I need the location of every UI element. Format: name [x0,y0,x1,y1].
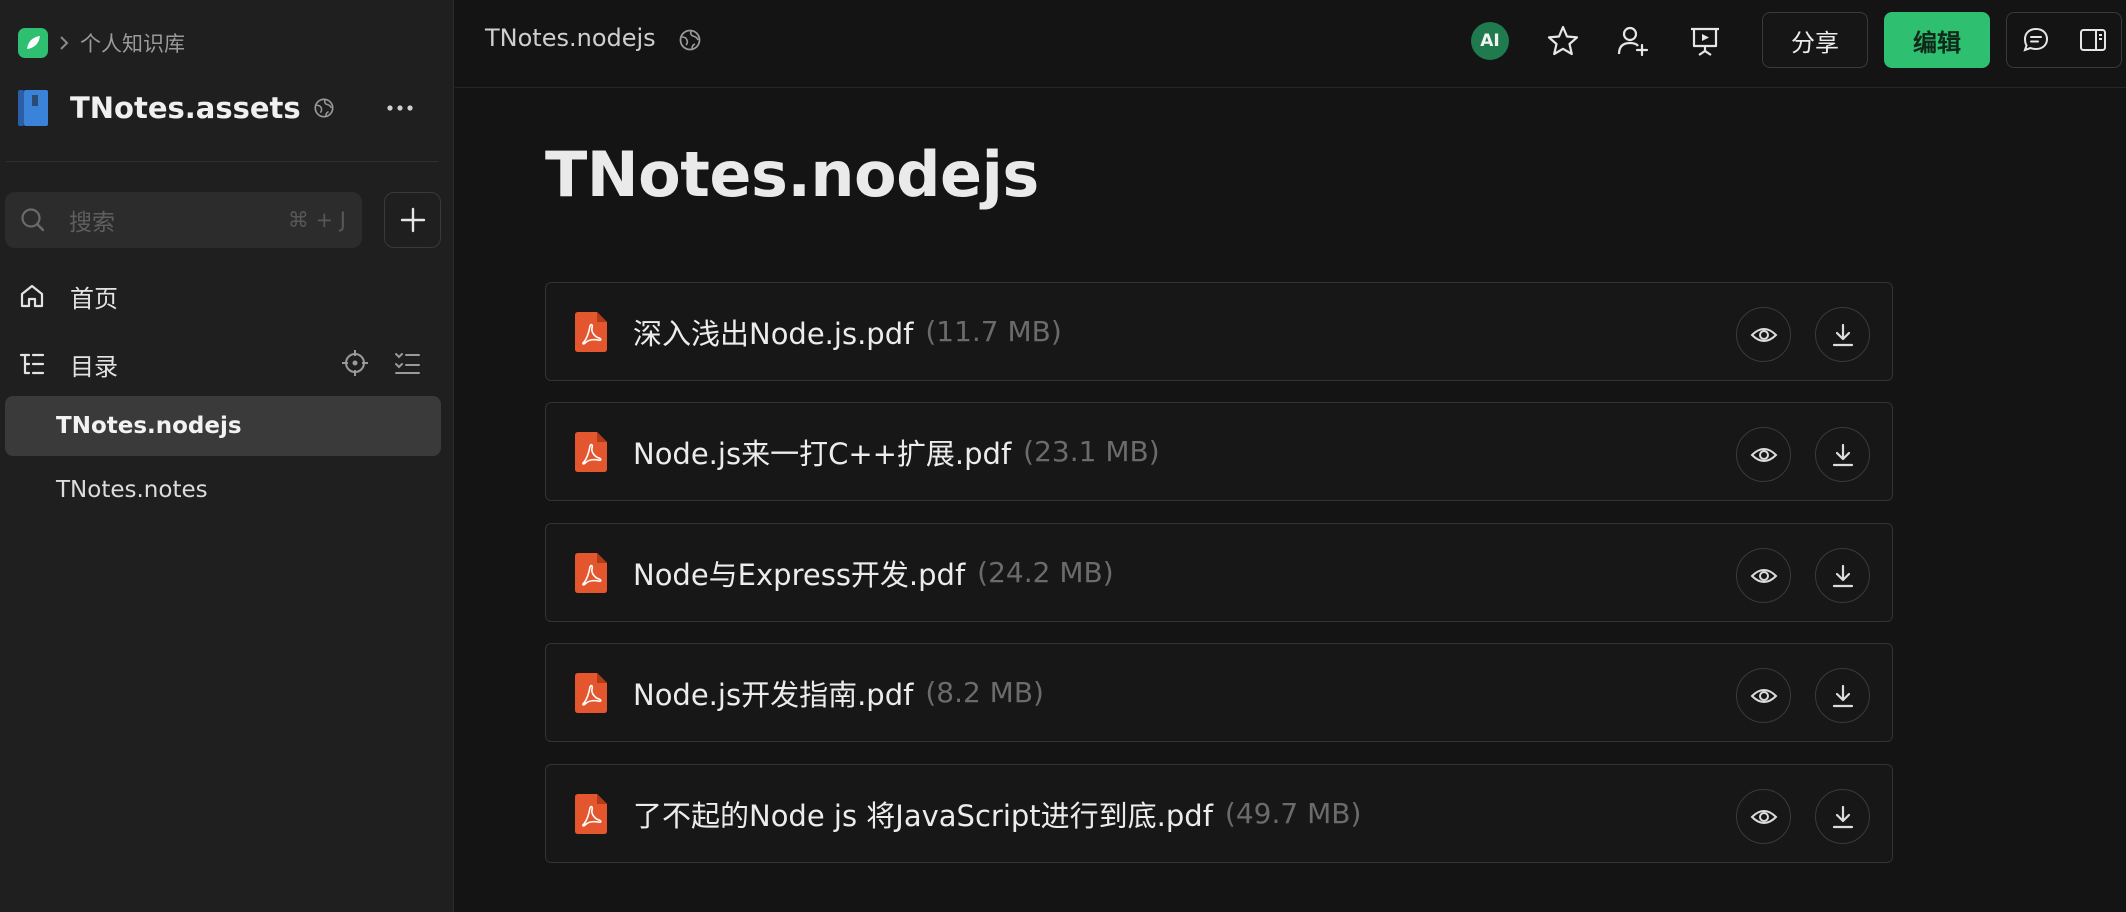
pdf-file-icon [575,311,607,352]
sidebar-item-label: 首页 [70,284,118,313]
comment-icon [2022,27,2048,52]
pdf-file-icon [575,552,607,593]
pdf-file-icon [575,431,607,472]
pdf-file-icon [575,672,607,713]
download-icon [1832,323,1853,346]
edit-button[interactable]: 编辑 [1884,12,1990,68]
breadcrumb: 个人知识库 [18,28,185,58]
preview-button[interactable] [1736,548,1791,603]
attachment-size: (8.2 MB) [925,676,1044,709]
attachment-name: 深入浅出Node.js.pdf [633,316,914,351]
presentation-icon [1691,27,1719,56]
attachment-card[interactable]: Node与Express开发.pdf (24.2 MB) [545,523,1893,622]
side-panel-button[interactable] [2064,25,2121,55]
knowledge-base-title[interactable]: TNotes.assets [70,91,301,125]
more-options-icon[interactable] [382,90,418,126]
attachment-size: (11.7 MB) [925,315,1062,348]
app-logo-icon[interactable] [18,28,48,58]
plus-icon [400,207,425,233]
eye-icon [1750,447,1777,462]
breadcrumb-link[interactable]: 个人知识库 [80,28,185,58]
sidebar-divider [6,161,438,162]
add-user-icon [1617,26,1649,57]
pdf-file-icon [575,793,607,834]
comments-button[interactable] [2007,25,2064,55]
download-button[interactable] [1815,427,1870,482]
attachment-name: Node与Express开发.pdf [633,557,966,592]
download-icon [1832,684,1853,707]
attachment-card[interactable]: Node.js来一打C++扩展.pdf (23.1 MB) [545,402,1893,501]
collapse-list-icon[interactable] [392,348,422,378]
chevron-right-icon [58,35,72,51]
star-icon [1547,25,1579,56]
download-icon [1832,443,1853,466]
sidebar-item-home[interactable]: 首页 [18,276,118,316]
ai-icon: AI [1471,22,1509,60]
preview-button[interactable] [1736,307,1791,362]
download-button[interactable] [1815,668,1870,723]
eye-icon [1750,688,1777,703]
download-button[interactable] [1815,548,1870,603]
attachment-size: (24.2 MB) [977,556,1114,589]
search-input[interactable]: 搜索 ⌘ + J [5,192,362,248]
attachment-name: 了不起的Node js 将JavaScript进行到底.pdf [633,798,1213,833]
eye-icon [1750,327,1777,342]
download-icon [1832,805,1853,828]
sidebar: 个人知识库 TNotes.assets 搜索 ⌘ + J 首页 目录 TNote… [0,0,454,912]
attachment-name: Node.js开发指南.pdf [633,677,914,712]
add-button[interactable] [384,192,441,248]
tree-item-nodejs[interactable]: TNotes.nodejs [5,396,441,456]
download-icon [1832,564,1853,587]
download-button[interactable] [1815,789,1870,844]
view-toggle-group [2006,12,2122,68]
share-button[interactable]: 分享 [1762,12,1868,68]
book-icon [18,90,48,126]
locate-icon[interactable] [340,348,370,378]
add-collaborator-button[interactable] [1613,21,1653,61]
top-bar: TNotes.nodejs AI 分享 编辑 [455,0,2126,88]
knowledge-base-header: TNotes.assets [18,86,438,130]
public-globe-icon[interactable] [678,28,702,52]
page-title: TNotes.nodejs [545,138,1039,211]
attachment-card[interactable]: Node.js开发指南.pdf (8.2 MB) [545,643,1893,742]
toc-icon [19,353,45,375]
preview-button[interactable] [1736,668,1791,723]
ai-assistant-button[interactable]: AI [1470,21,1510,61]
toc-tools [340,348,422,378]
favorite-button[interactable] [1543,21,1583,61]
tree-item-notes[interactable]: TNotes.notes [5,460,441,520]
side-panel-icon [2079,29,2106,51]
search-placeholder: 搜索 [69,210,115,236]
attachment-card[interactable]: 深入浅出Node.js.pdf (11.7 MB) [545,282,1893,381]
sidebar-item-toc[interactable]: 目录 [18,344,118,384]
public-globe-icon [314,98,334,118]
download-button[interactable] [1815,307,1870,362]
eye-icon [1750,809,1777,824]
sidebar-item-label: 目录 [70,352,118,381]
attachment-size: (49.7 MB) [1224,797,1362,830]
search-shortcut: ⌘ + J [287,208,346,232]
presentation-button[interactable] [1685,21,1725,61]
attachment-card[interactable]: 了不起的Node js 将JavaScript进行到底.pdf (49.7 MB… [545,764,1893,863]
attachment-name: Node.js来一打C++扩展.pdf [633,436,1012,471]
doc-title: TNotes.nodejs [485,24,656,52]
search-icon [21,208,45,232]
attachment-size: (23.1 MB) [1023,435,1160,468]
preview-button[interactable] [1736,427,1791,482]
eye-icon [1750,568,1777,583]
home-icon [20,284,44,308]
preview-button[interactable] [1736,789,1791,844]
